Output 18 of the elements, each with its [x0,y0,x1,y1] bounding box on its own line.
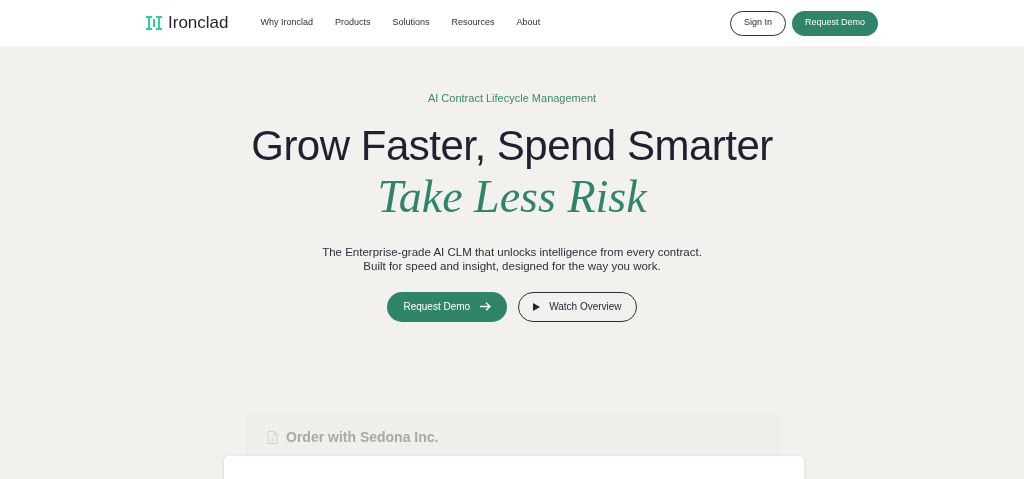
play-icon [533,302,541,311]
request-demo-button[interactable]: Request Demo [387,291,508,322]
nav-link[interactable]: About [516,16,541,30]
brand-name[interactable]: Ironclad [168,10,229,36]
document-icon [267,431,278,444]
nav-link[interactable]: Products [335,16,371,30]
headline: Grow Faster, Spend Smarter [251,120,773,171]
eyebrow-text: AI Contract Lifecycle Management [427,91,597,106]
headline-accent: Take Less Risk [377,170,647,223]
nav-link[interactable]: Why Ironclad [260,16,313,30]
description-text: Built for speed and insight, designed for the way you work. [363,258,661,273]
logo-icon [146,15,162,31]
nav-link[interactable]: Resources [451,16,495,30]
description-text: The Enterprise-grade AI CLM that unlocks intelligence from every contract. [322,244,702,259]
arrow-right-icon [480,302,492,311]
request-demo-button[interactable]: Request Demo [791,10,878,36]
document-title: Order with Sedona Inc. [286,431,439,444]
nav-link[interactable]: Solutions [392,16,430,30]
